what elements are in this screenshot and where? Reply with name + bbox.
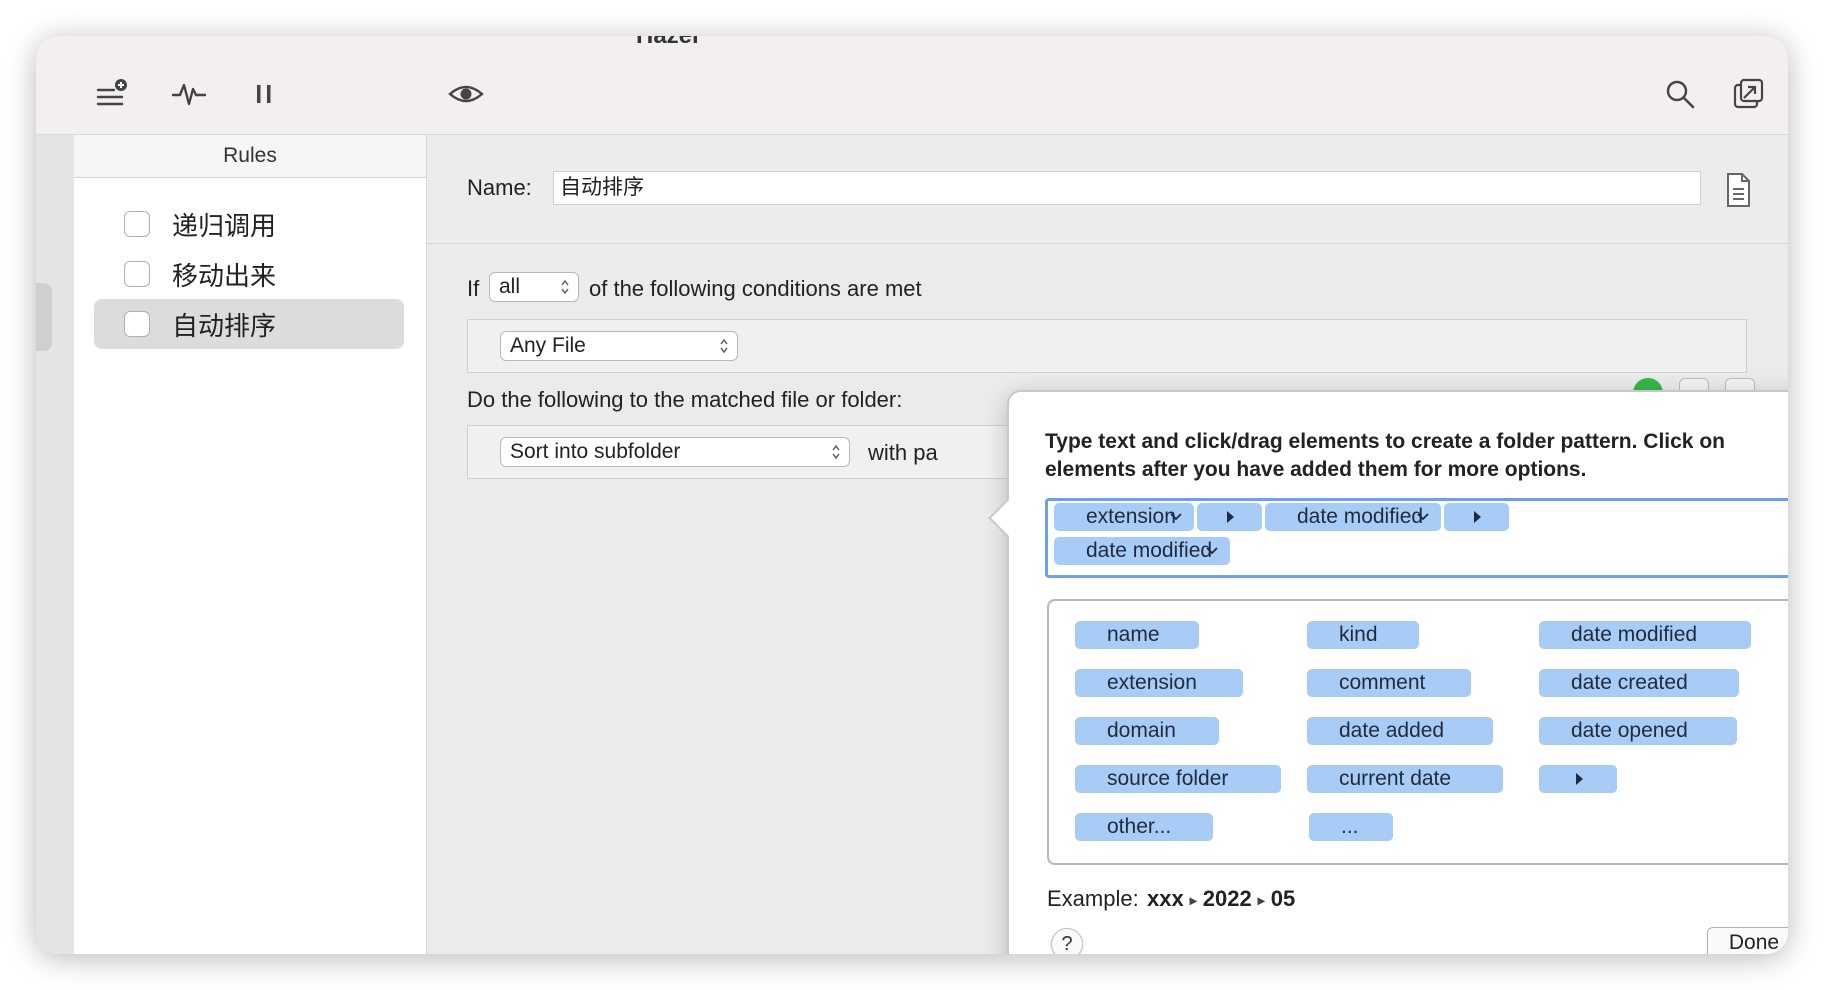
palette-token[interactable]: name — [1075, 621, 1199, 649]
pause-icon[interactable] — [244, 74, 284, 114]
activity-icon[interactable] — [169, 74, 209, 114]
palette-token[interactable]: extension — [1075, 669, 1243, 697]
example-part: 2022 — [1202, 886, 1252, 911]
folder-pattern-popover: Type text and click/drag elements to cre… — [988, 390, 1788, 954]
pattern-element-palette: name extension domain source folder othe… — [1047, 599, 1788, 865]
rules-sidebar: Rules 递归调用 移动出来 自动排序 — [74, 135, 427, 954]
hazel-window: Hazel Rules 递归调用 — [36, 36, 1788, 954]
palette-token[interactable]: source folder — [1075, 765, 1281, 793]
pattern-field[interactable]: extension date modified date modified — [1045, 498, 1788, 578]
if-label: If — [467, 276, 480, 301]
palette-token[interactable]: current date — [1307, 765, 1503, 793]
action-select-value: Sort into subfolder — [510, 440, 681, 463]
triangle-right-icon — [1576, 773, 1583, 785]
done-button[interactable]: Done — [1707, 927, 1788, 954]
pattern-token[interactable]: date modified — [1265, 503, 1441, 531]
palette-token[interactable]: date opened — [1539, 717, 1737, 745]
chevron-down-icon — [1206, 547, 1218, 555]
palette-token[interactable]: date created — [1539, 669, 1739, 697]
toolbar: Hazel — [36, 36, 1788, 135]
rule-checkbox[interactable] — [124, 261, 150, 287]
triangle-right-icon — [1227, 511, 1234, 523]
help-button[interactable]: ? — [1051, 928, 1083, 954]
path-separator-token[interactable] — [1444, 503, 1509, 531]
name-bar: Name: 自动排序 — [427, 135, 1788, 244]
window-title: Hazel — [636, 36, 699, 50]
match-select-value: all — [499, 275, 521, 298]
add-rule-icon[interactable] — [92, 74, 132, 114]
pattern-token[interactable]: date modified — [1054, 537, 1230, 565]
action-select[interactable]: Sort into subfolder — [500, 437, 850, 467]
folders-pane-handle[interactable] — [36, 283, 52, 351]
palette-token[interactable]: comment — [1307, 669, 1471, 697]
detach-window-icon[interactable] — [1728, 74, 1768, 114]
palette-token[interactable]: other... — [1075, 813, 1213, 841]
rule-checkbox[interactable] — [124, 211, 150, 237]
palette-separator-token[interactable] — [1539, 765, 1617, 793]
condition-select[interactable]: Any File — [500, 331, 738, 361]
example-part: 05 — [1270, 886, 1296, 911]
with-pattern-text: with pa — [868, 440, 938, 465]
actions-label: Do the following to the matched file or … — [467, 387, 903, 412]
path-arrow-icon: ▸ — [1189, 891, 1197, 908]
pattern-token[interactable]: extension — [1054, 503, 1194, 531]
rules-header: Rules — [74, 135, 426, 178]
search-icon[interactable] — [1660, 74, 1700, 114]
updown-chevron-icon — [720, 338, 728, 354]
palette-token[interactable]: kind — [1307, 621, 1419, 649]
folders-pane-strip — [36, 135, 75, 954]
palette-token[interactable]: date modified — [1539, 621, 1751, 649]
example-label: Example: — [1047, 886, 1139, 911]
palette-token[interactable]: domain — [1075, 717, 1219, 745]
palette-token[interactable]: date added — [1307, 717, 1493, 745]
rule-name-input[interactable]: 自动排序 — [553, 171, 1701, 205]
condition-row: Any File — [467, 319, 1747, 373]
triangle-right-icon — [1474, 511, 1481, 523]
condition-select-value: Any File — [510, 334, 586, 357]
example-part: xxx — [1147, 886, 1184, 911]
rule-item-2[interactable]: 自动排序 — [94, 299, 404, 349]
rule-checkbox[interactable] — [124, 311, 150, 337]
rule-item-0[interactable]: 递归调用 — [94, 199, 404, 249]
match-select[interactable]: all — [489, 272, 579, 302]
updown-chevron-icon — [561, 279, 569, 295]
token-label: date modified — [1297, 505, 1424, 528]
example-value: xxx ▸ 2022 ▸ 05 — [1147, 886, 1295, 912]
conditions-suffix: of the following conditions are met — [589, 276, 922, 301]
rule-label: 移动出来 — [172, 260, 277, 291]
eye-icon[interactable] — [446, 74, 486, 114]
token-label: extension — [1086, 505, 1176, 528]
path-arrow-icon: ▸ — [1257, 891, 1265, 908]
chevron-down-icon — [1170, 513, 1182, 521]
updown-chevron-icon — [832, 444, 840, 460]
name-label: Name: — [467, 175, 532, 200]
palette-token[interactable]: ... — [1309, 813, 1393, 841]
rule-item-1[interactable]: 移动出来 — [94, 249, 404, 299]
rule-label: 自动排序 — [172, 310, 277, 341]
document-icon[interactable] — [1721, 171, 1755, 209]
pattern-instructions: Type text and click/drag elements to cre… — [1045, 430, 1725, 481]
rule-label: 递归调用 — [172, 210, 277, 241]
token-label: date modified — [1086, 539, 1213, 562]
path-separator-token[interactable] — [1197, 503, 1262, 531]
chevron-down-icon — [1417, 513, 1429, 521]
